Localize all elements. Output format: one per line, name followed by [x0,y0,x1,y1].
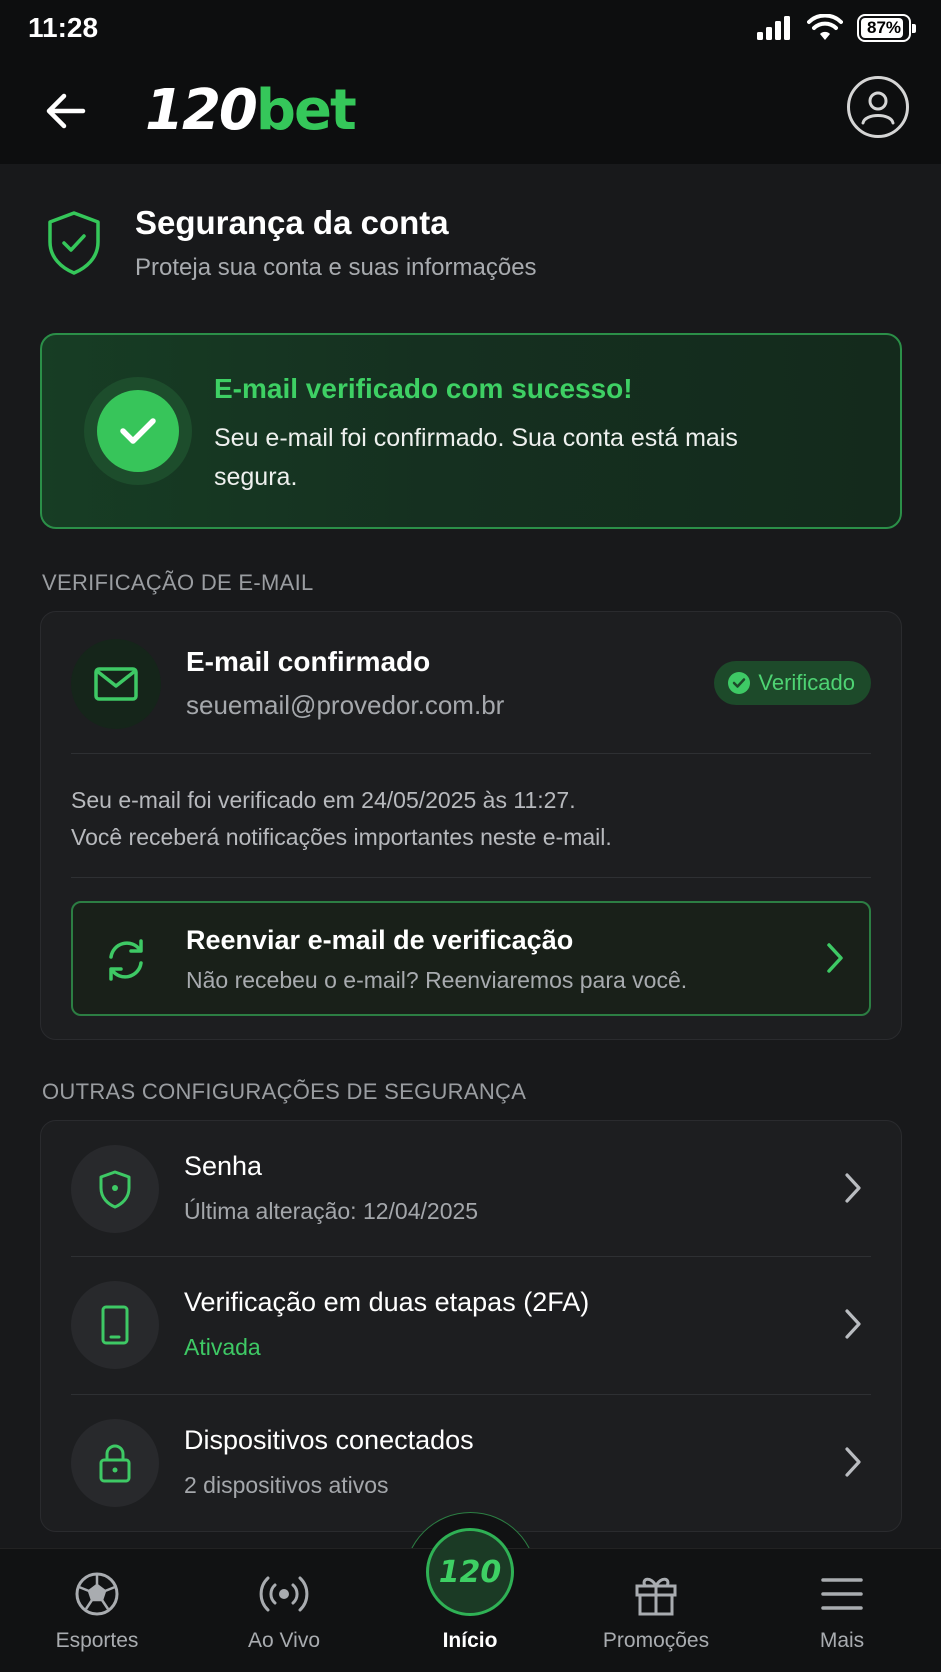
mail-icon [94,667,138,701]
setting-subtitle: Última alteração: 12/04/2025 [184,1198,479,1224]
signal-icon [757,16,790,40]
setting-row-2fa[interactable]: Verificação em duas etapas (2FA) Ativada [41,1257,901,1395]
page-heading: Segurança da conta Proteja sua conta e s… [40,202,900,292]
user-icon [861,91,895,125]
nav-label: Início [442,1629,498,1652]
setting-row-password[interactable]: Senha Última alteração: 12/04/2025 [41,1121,901,1259]
success-title: E-mail verificado com sucesso! [214,373,633,404]
setting-icon-wrap [71,1419,159,1507]
mail-icon-wrap [71,639,161,729]
email-address: seuemail@provedor.com.br [186,690,505,720]
gift-icon [631,1569,681,1619]
setting-icon-wrap [71,1281,159,1369]
chevron-right-icon [827,943,843,973]
email-info-line-2: Você receberá notificações importantes n… [71,824,612,850]
status-bar: 11:28 87% [0,0,941,58]
resend-subtitle: Não recebeu o e-mail? Reenviaremos para … [186,967,688,993]
nav-item-ao-vivo[interactable]: Ao Vivo [191,1549,377,1672]
logo-brand: bet [255,78,357,143]
nav-label: Esportes [55,1629,139,1652]
nav-item-promocoes[interactable]: Promoções [563,1549,749,1672]
profile-button[interactable] [847,76,909,138]
other-settings-section-label: OUTRAS CONFIGURAÇÕES DE SEGURANÇA [42,1079,527,1104]
app-header: 120bet [0,58,941,164]
home-logo-button[interactable]: 120 [426,1528,514,1616]
brand-logo[interactable]: 120bet [145,78,357,143]
success-icon-wrap [84,377,192,485]
status-icons: 87% [755,14,916,42]
setting-title: Senha [184,1151,263,1181]
resend-title: Reenviar e-mail de verificação [186,925,574,955]
email-section-label: VERIFICAÇÃO DE E-MAIL [42,570,314,595]
setting-subtitle: 2 dispositivos ativos [184,1472,389,1498]
arrow-left-icon [46,93,86,129]
email-verification-card: E-mail confirmado seuemail@provedor.com.… [40,611,902,1040]
smartphone-icon [101,1305,129,1345]
email-info: Seu e-mail foi verificado em 24/05/2025 … [71,782,871,856]
live-icon [259,1569,309,1619]
email-info-line-1: Seu e-mail foi verificado em 24/05/2025 … [71,787,576,813]
menu-icon [817,1569,867,1619]
nav-label: Mais [819,1629,865,1652]
success-message: Seu e-mail foi confirmado. Sua conta est… [214,424,738,491]
back-button[interactable] [40,88,92,134]
status-time: 11:28 [28,12,99,43]
setting-title: Dispositivos conectados [184,1425,474,1455]
chevron-right-icon [845,1173,861,1203]
resend-verification-button[interactable]: Reenviar e-mail de verificação Não receb… [71,901,871,1016]
verified-badge: Verificado [714,661,871,705]
email-status-title: E-mail confirmado [186,646,431,677]
lock-icon [99,1444,131,1483]
battery-indicator: 87% [857,14,916,42]
divider [71,877,871,878]
nav-label: Promoções [602,1629,710,1652]
check-circle-icon [97,390,179,472]
chevron-right-icon [845,1447,861,1477]
setting-title: Verificação em duas etapas (2FA) [184,1287,590,1317]
divider [71,753,871,754]
check-badge-icon [728,672,751,694]
wifi-icon [807,14,843,40]
battery-percent: 87% [866,18,902,37]
setting-icon-wrap [71,1145,159,1233]
refresh-icon [109,939,143,981]
setting-status: Ativada [184,1334,261,1360]
nav-item-esportes[interactable]: Esportes [4,1549,190,1672]
success-banner: E-mail verificado com sucesso! Seu e-mai… [40,333,902,529]
soccer-ball-icon [72,1569,122,1619]
shield-icon [99,1170,131,1209]
shield-check-icon [48,211,100,275]
security-settings-card: Senha Última alteração: 12/04/2025 Verif… [40,1120,902,1532]
logo-number: 120 [145,78,258,143]
page-title: Segurança da conta [135,204,449,241]
nav-item-mais[interactable]: Mais [749,1549,935,1672]
chevron-right-icon [845,1309,861,1339]
page-subtitle: Proteja sua conta e suas informações [135,254,537,281]
nav-label: Ao Vivo [248,1629,320,1652]
verified-label: Verificado [758,670,855,695]
